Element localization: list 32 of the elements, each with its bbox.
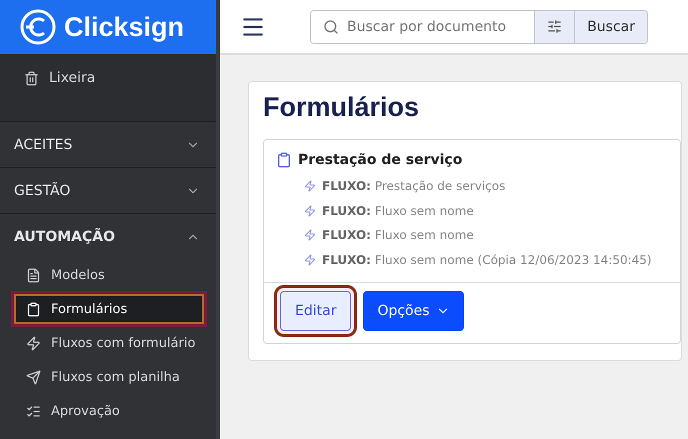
clipboard-icon — [26, 302, 41, 316]
form-name: Prestação de serviço — [298, 152, 462, 168]
lightning-icon — [304, 180, 316, 192]
flow-label: FLUXO: Fluxo sem nome — [322, 204, 474, 218]
filter-icon — [547, 19, 562, 34]
lightning-icon — [304, 254, 316, 266]
section-header[interactable]: GESTÃO — [0, 168, 216, 214]
lightning-icon — [26, 336, 41, 350]
lightning-icon — [304, 204, 316, 217]
filter-button[interactable] — [534, 10, 574, 42]
search-button[interactable]: Buscar — [574, 10, 647, 42]
page-title: Formulários — [263, 92, 420, 123]
checklist-icon — [26, 404, 41, 418]
search-field[interactable]: Buscar por documento Buscar — [310, 10, 648, 44]
logo-icon — [20, 9, 56, 45]
clipboard-icon — [276, 152, 292, 168]
section-header[interactable]: ACEITES — [0, 122, 216, 168]
brand-name: Clicksign — [64, 12, 184, 42]
options-button[interactable]: Opções — [363, 291, 464, 331]
trash-icon — [24, 70, 39, 86]
flow-label: FLUXO: Prestação de serviços — [322, 179, 506, 194]
document-icon — [26, 268, 41, 282]
flow-label: FLUXO: Fluxo sem nome (Cópia 12/06/2023 14:50:45) — [322, 252, 652, 267]
sidebar-item[interactable]: Aprovação — [14, 396, 204, 426]
section-header[interactable]: AUTOMAÇÃO — [0, 214, 216, 260]
flow-label: FLUXO: Fluxo sem nome — [322, 228, 474, 242]
lightning-icon — [304, 229, 316, 242]
sidebar-item[interactable]: Fluxos com planilha — [14, 362, 204, 392]
sidebar-item[interactable]: Fluxos com formulário — [14, 328, 204, 358]
paper-plane-icon — [26, 370, 41, 384]
sidebar-item[interactable]: Formulários — [14, 294, 204, 324]
sidebar-item[interactable]: Modelos — [14, 260, 204, 290]
